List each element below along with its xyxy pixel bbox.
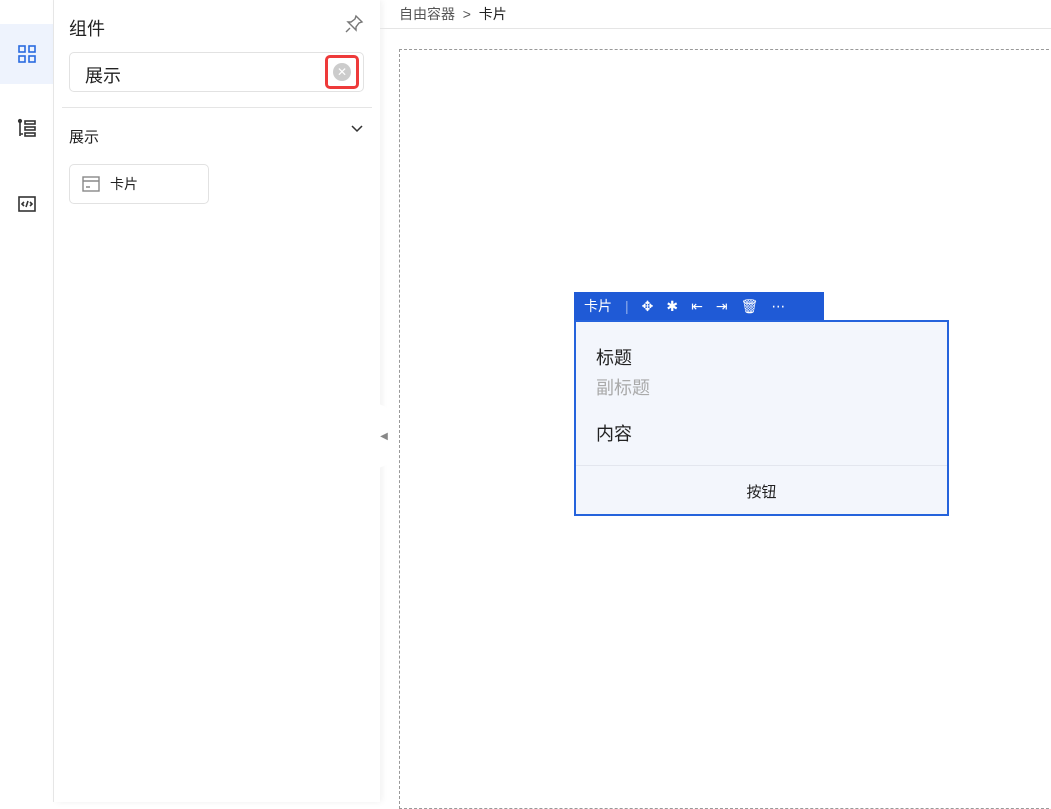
breadcrumb: 自由容器 > 卡片 [399, 4, 507, 24]
card-title: 标题 [596, 348, 632, 368]
pin-icon[interactable] [344, 14, 364, 34]
card-button[interactable]: 按钮 [576, 465, 947, 516]
card-icon [82, 176, 100, 192]
code-icon [17, 196, 36, 212]
divider [62, 107, 372, 108]
tree-list-icon [17, 118, 36, 137]
close-icon: ✕ [333, 63, 351, 81]
selected-component-label: 卡片 [584, 298, 612, 314]
card-subtitle: 副标题 [596, 378, 650, 398]
breadcrumb-current: 卡片 [478, 6, 507, 22]
card-content: 内容 [596, 424, 632, 444]
breadcrumb-root[interactable]: 自由容器 [399, 6, 455, 22]
code-tab[interactable] [0, 174, 53, 234]
component-label: 卡片 [110, 176, 138, 192]
divider [380, 28, 1051, 29]
side-rail [0, 0, 54, 802]
card-component[interactable]: 标题 副标题 内容 按钮 [574, 320, 949, 516]
component-card-item[interactable]: 卡片 [69, 164, 209, 204]
selection-toolbar: 卡片 | ✥ ✱ ⇤ ⇥ 🗑 ⋯ [574, 292, 824, 320]
toolbar-separator: | [625, 298, 629, 314]
clear-search-button[interactable]: ✕ [325, 55, 359, 89]
outline-tab[interactable] [0, 98, 53, 158]
caret-left-icon: ◀ [380, 430, 388, 442]
bug-icon[interactable]: ✱ [666, 298, 678, 315]
components-tab[interactable] [0, 24, 53, 84]
move-icon[interactable]: ✥ [642, 298, 654, 315]
chevron-down-icon[interactable] [350, 122, 364, 136]
more-icon[interactable]: ⋯ [771, 298, 785, 315]
move-right-icon[interactable]: ⇥ [716, 298, 728, 315]
components-panel: 组件 展示 ✕ 展示 卡片 [54, 0, 380, 802]
section-header[interactable]: 展示 [69, 126, 99, 147]
grid-icon [17, 45, 36, 63]
breadcrumb-separator: > [462, 6, 471, 22]
search-input[interactable]: 展示 [69, 52, 364, 92]
trash-icon[interactable]: 🗑 [741, 298, 759, 315]
move-left-icon[interactable]: ⇤ [691, 298, 703, 315]
collapse-panel-button[interactable]: ◀ [372, 403, 396, 469]
panel-title: 组件 [69, 19, 105, 39]
